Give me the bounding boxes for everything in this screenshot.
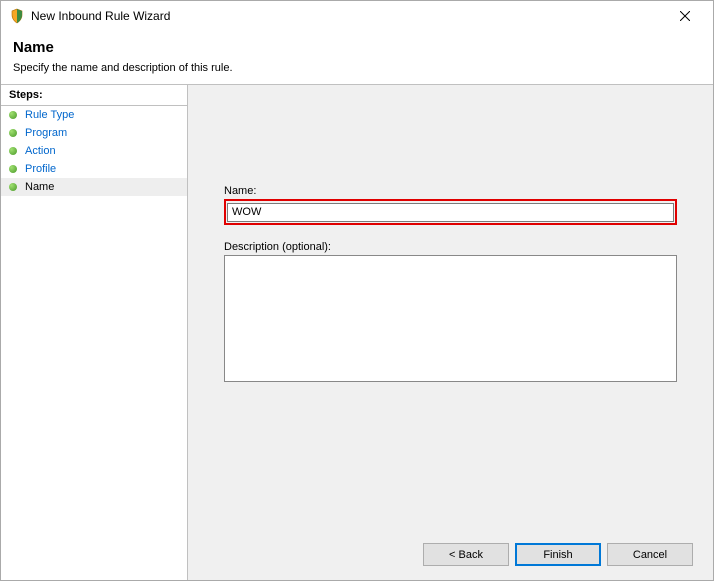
page-subtitle: Specify the name and description of this…	[13, 62, 701, 74]
page-title: Name	[13, 39, 701, 56]
wizard-header: Name Specify the name and description of…	[1, 31, 713, 84]
step-program[interactable]: Program	[1, 124, 187, 142]
close-button[interactable]	[665, 2, 705, 30]
bullet-icon	[9, 183, 17, 191]
finish-button[interactable]: Finish	[515, 543, 601, 566]
step-name[interactable]: Name	[1, 178, 187, 196]
step-rule-type[interactable]: Rule Type	[1, 106, 187, 124]
bullet-icon	[9, 165, 17, 173]
step-action[interactable]: Action	[1, 142, 187, 160]
steps-sidebar: Steps: Rule Type Program Action Profile …	[1, 84, 187, 580]
wizard-shield-icon	[9, 8, 25, 24]
bullet-icon	[9, 129, 17, 137]
name-label: Name:	[224, 185, 677, 197]
step-label: Rule Type	[25, 109, 74, 121]
cancel-button[interactable]: Cancel	[607, 543, 693, 566]
window-title: New Inbound Rule Wizard	[31, 9, 665, 23]
bullet-icon	[9, 147, 17, 155]
name-field-highlight	[224, 199, 677, 225]
button-row: < Back Finish Cancel	[423, 543, 693, 566]
step-label: Name	[25, 181, 54, 193]
name-input[interactable]	[227, 203, 674, 222]
back-button[interactable]: < Back	[423, 543, 509, 566]
step-label: Profile	[25, 163, 56, 175]
main-panel: Name: Description (optional): < Back Fin…	[187, 84, 713, 580]
titlebar: New Inbound Rule Wizard	[1, 1, 713, 31]
bullet-icon	[9, 111, 17, 119]
step-label: Action	[25, 145, 56, 157]
description-textarea[interactable]	[224, 255, 677, 382]
step-label: Program	[25, 127, 67, 139]
steps-header: Steps:	[1, 85, 187, 106]
description-label: Description (optional):	[224, 241, 677, 253]
step-profile[interactable]: Profile	[1, 160, 187, 178]
